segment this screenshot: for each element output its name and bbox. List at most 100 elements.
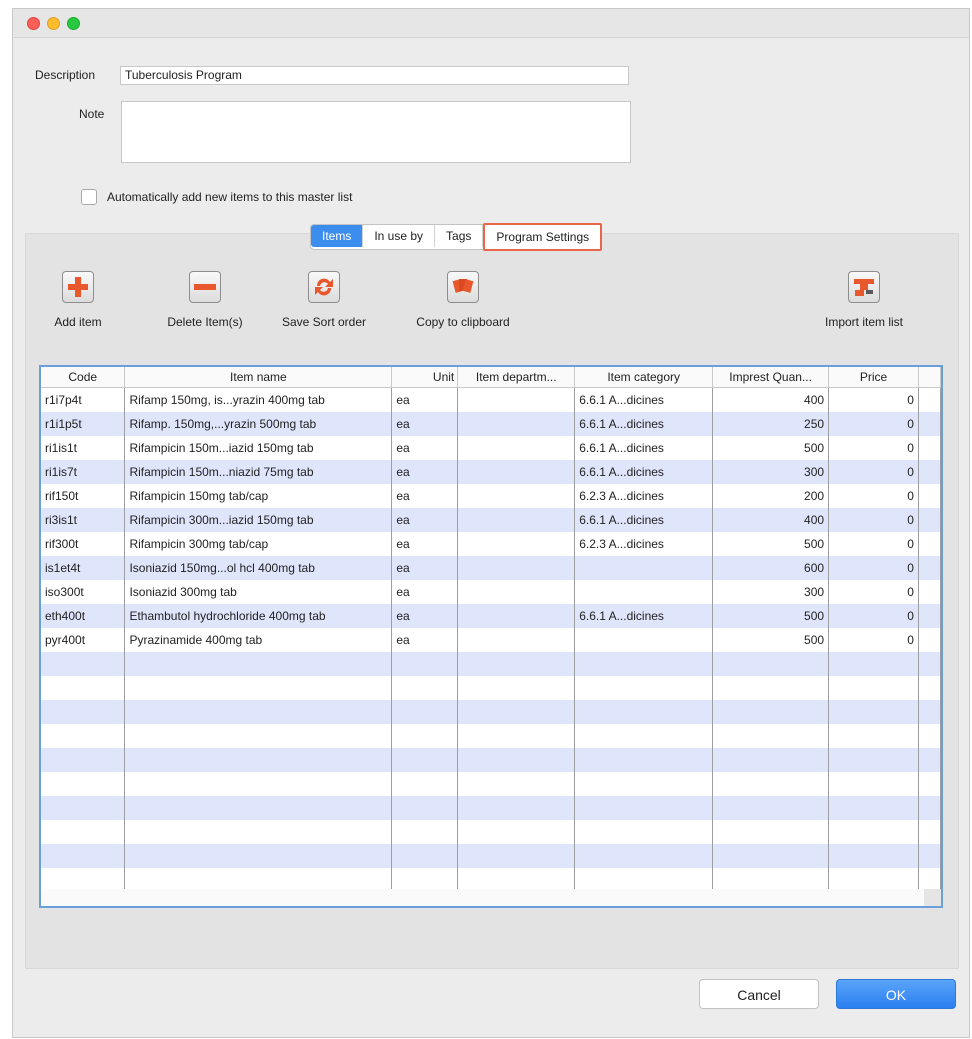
table-cell: Rifamp. 150mg,...yrazin 500mg tab [124,412,393,436]
table-cell-spacer [918,460,941,484]
table-cell: 300 [712,580,830,604]
table-cell [712,820,830,844]
table-cell [574,724,714,748]
delete-items-button[interactable]: Delete Item(s) [155,271,255,329]
table-row[interactable]: r1i7p4t Rifamp 150mg, is...yrazin 400mg t… [41,387,941,412]
table-cell [457,652,576,676]
save-sort-order-button[interactable]: Save Sort order [269,271,379,329]
table-row[interactable]: ri1is1t Rifampicin 150m...iazid 150mg tab… [41,436,941,460]
table-row[interactable]: iso300t Isoniazid 300mg tab ea 300 0 [41,580,941,604]
minus-icon [189,271,221,303]
table-cell: 0 [828,484,919,508]
table-cell [828,724,919,748]
table-row[interactable] [41,844,941,868]
table-cell: Rifampicin 150m...iazid 150mg tab [124,436,393,460]
table-row[interactable]: ri3is1t Rifampicin 300m...iazid 150mg tab… [41,508,941,532]
table-row[interactable] [41,724,941,748]
table-cell-spacer [918,820,941,844]
table-row[interactable] [41,796,941,820]
table-cell [391,748,459,772]
close-window-icon[interactable] [27,17,40,30]
table-cell [457,460,576,484]
table-cell [457,796,576,820]
table-row[interactable]: rif300t Rifampicin 300mg tab/cap ea 6.2.3 A… [41,532,941,556]
tab-tags[interactable]: Tags [435,225,484,247]
import-item-list-button[interactable]: Import item list [809,271,919,329]
horizontal-scrollbar[interactable] [41,889,924,906]
auto-add-checkbox[interactable] [81,189,97,205]
table-cell: r1i7p4t [41,387,126,412]
column-header-item-category[interactable]: Item category [574,367,714,388]
table-cell-spacer [918,652,941,676]
zoom-window-icon[interactable] [67,17,80,30]
table-row[interactable] [41,820,941,844]
ok-button[interactable]: OK [836,979,956,1009]
table-cell [124,676,393,700]
table-cell [124,748,393,772]
tab-items[interactable]: Items [311,225,364,247]
table-row[interactable] [41,676,941,700]
note-label: Note [79,107,105,121]
table-cell: rif150t [41,484,126,508]
table-cell: 0 [828,412,919,436]
table-row[interactable] [41,772,941,796]
table-cell: 6.6.1 A...dicines [574,387,714,412]
copy-to-clipboard-button[interactable]: Copy to clipboard [401,271,525,329]
table-row[interactable]: pyr400t Pyrazinamide 400mg tab ea 500 0 [41,628,941,652]
cards-icon [447,271,479,303]
table-cell: 0 [828,460,919,484]
table-row[interactable]: rif150t Rifampicin 150mg tab/cap ea 6.2.3 A… [41,484,941,508]
table-row[interactable]: eth400t Ethambutol hydrochloride 400mg ta… [41,604,941,628]
table-cell-spacer [918,436,941,460]
table-row[interactable]: r1i1p5t Rifamp. 150mg,...yrazin 500mg tab… [41,412,941,436]
column-header-item-department[interactable]: Item departm... [457,367,576,388]
save-sort-order-label: Save Sort order [281,315,367,329]
table-cell [41,676,126,700]
table-cell [124,652,393,676]
items-table[interactable]: Code Item name Unit Item departm... Item… [39,365,943,908]
table-cell [457,412,576,436]
table-cell [828,820,919,844]
table-cell: rif300t [41,532,126,556]
table-cell [124,820,393,844]
column-header-code[interactable]: Code [41,367,126,388]
table-cell [828,700,919,724]
table-cell [124,796,393,820]
table-cell: 0 [828,580,919,604]
table-cell: 400 [712,508,830,532]
table-cell: ri3is1t [41,508,126,532]
table-row[interactable] [41,748,941,772]
table-cell [828,772,919,796]
tab-program-settings[interactable]: Program Settings [483,223,603,251]
table-row[interactable] [41,652,941,676]
table-row[interactable] [41,700,941,724]
column-header-price[interactable]: Price [828,367,919,388]
column-header-item-name[interactable]: Item name [124,367,393,388]
add-item-button[interactable]: Add item [43,271,113,329]
note-field[interactable] [121,101,631,163]
minimize-window-icon[interactable] [47,17,60,30]
column-header-unit[interactable]: Unit [391,367,459,388]
table-row[interactable]: is1et4t Isoniazid 150mg...ol hcl 400mg ta… [41,556,941,580]
table-cell [41,772,126,796]
table-cell-spacer [918,580,941,604]
table-cell-spacer [918,604,941,628]
table-cell-spacer [918,772,941,796]
table-cell [457,532,576,556]
table-cell [391,652,459,676]
table-row[interactable]: ri1is7t Rifampicin 150m...niazid 75mg tab… [41,460,941,484]
table-cell: 6.6.1 A...dicines [574,412,714,436]
table-cell [41,700,126,724]
auto-add-label: Automatically add new items to this mast… [107,190,353,204]
table-cell: 500 [712,604,830,628]
table-cell-spacer [918,532,941,556]
column-header-imprest-quantity[interactable]: Imprest Quan... [712,367,830,388]
cancel-button[interactable]: Cancel [699,979,819,1009]
description-field[interactable]: Tuberculosis Program [120,66,629,85]
tab-in-use-by[interactable]: In use by [363,225,436,247]
table-cell [828,748,919,772]
table-cell [124,700,393,724]
refresh-icon [308,271,340,303]
table-cell [457,387,576,412]
master-list-dialog: Description Tuberculosis Program Note Au… [12,8,970,1038]
